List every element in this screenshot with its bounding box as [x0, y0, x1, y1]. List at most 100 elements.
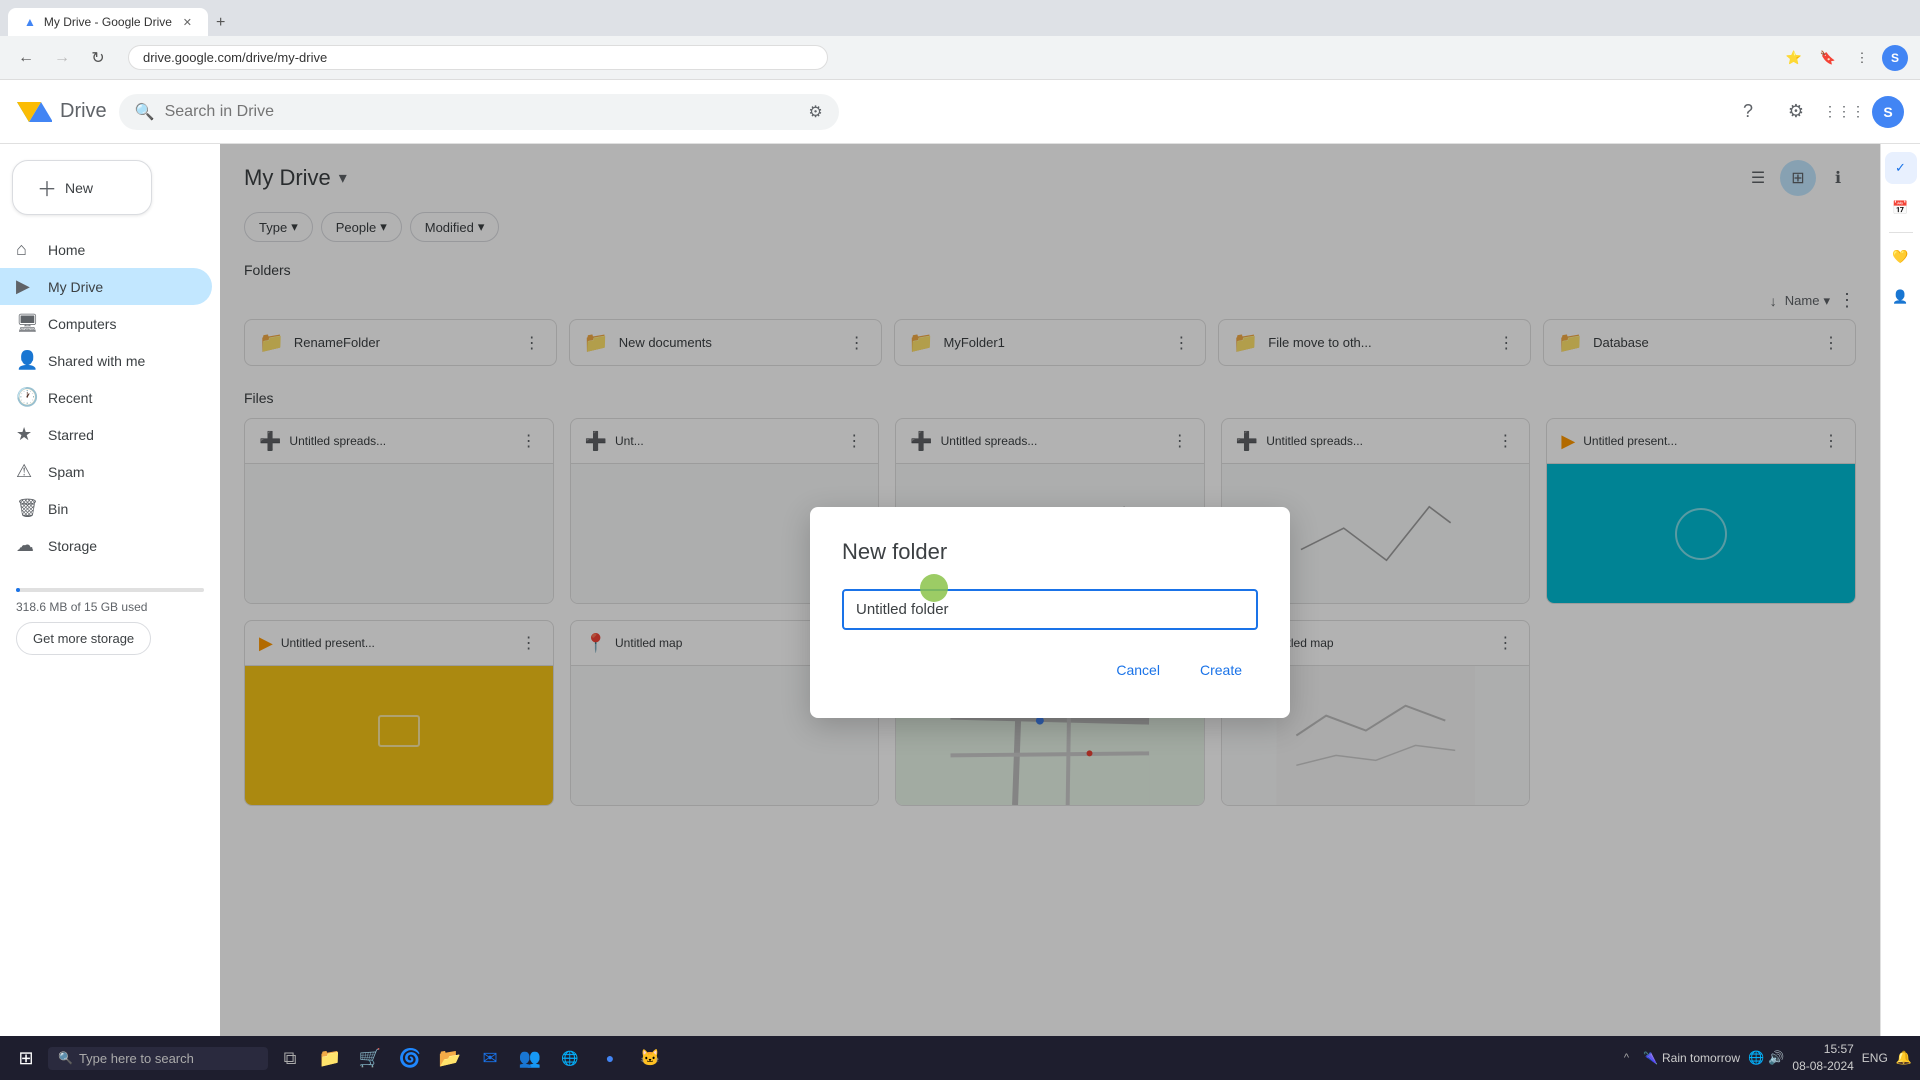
new-tab-button[interactable]: +: [208, 10, 233, 36]
storage-section: 318.6 MB of 15 GB used Get more storage: [0, 564, 220, 679]
taskbar-search-icon: 🔍: [58, 1051, 73, 1065]
taskbar-chevron[interactable]: ^: [1624, 1052, 1629, 1064]
browser-action-extensions[interactable]: ⭐: [1780, 44, 1808, 72]
sidebar-item-recent[interactable]: 🕐 Recent: [0, 379, 212, 416]
dialog-actions: Cancel Create: [842, 654, 1258, 686]
taskbar-sys-icons: 🌐 🔊: [1748, 1050, 1784, 1066]
main-content: My Drive ▾ ☰ ⊞ ℹ Type ▾ People ▾: [220, 144, 1880, 1080]
search-input[interactable]: [165, 103, 799, 121]
taskbar-task-view[interactable]: ⧉: [272, 1040, 308, 1076]
sidebar-label-spam: Spam: [48, 464, 85, 480]
folder-name-input[interactable]: [842, 589, 1258, 630]
tab-favicon: ▲: [24, 15, 36, 29]
header-settings-button[interactable]: ⚙: [1776, 92, 1816, 132]
sidebar-label-shared: Shared with me: [48, 353, 145, 369]
right-panel-contacts-button[interactable]: 👤: [1885, 281, 1917, 313]
app-header: Drive 🔍 ⚙ ? ⚙ ⋮⋮⋮ S: [0, 80, 1920, 144]
right-panel-separator: [1889, 232, 1913, 233]
storage-fill: [16, 588, 20, 592]
taskbar-chrome[interactable]: 🌐: [552, 1040, 588, 1076]
get-more-storage-button[interactable]: Get more storage: [16, 622, 151, 655]
volume-icon[interactable]: 🔊: [1768, 1050, 1784, 1066]
taskbar-store[interactable]: 🛒: [352, 1040, 388, 1076]
taskbar-mail[interactable]: ✉: [472, 1040, 508, 1076]
bin-icon: 🗑: [16, 498, 36, 519]
right-panel: ✓ 📅 💛 👤 ＋: [1880, 144, 1920, 1080]
sidebar-item-home[interactable]: ⌂ Home: [0, 231, 212, 268]
browser-profile-avatar[interactable]: S: [1882, 45, 1908, 71]
browser-action-menu[interactable]: ⋮: [1848, 44, 1876, 72]
taskbar-right: ^ 🌂 Rain tomorrow 🌐 🔊 15:57 08-08-2024 E…: [1618, 1041, 1912, 1075]
tab-close-btn[interactable]: ✕: [183, 16, 192, 29]
sidebar-label-bin: Bin: [48, 501, 68, 517]
taskbar-edge[interactable]: 🌀: [392, 1040, 428, 1076]
storage-icon: ☁: [16, 535, 36, 556]
spam-icon: ⚠: [16, 461, 36, 482]
computers-icon: 🖥: [16, 313, 36, 334]
sidebar-label-recent: Recent: [48, 390, 92, 406]
weather-icon: 🌂: [1643, 1051, 1658, 1065]
drive-logo-text: Drive: [60, 100, 107, 123]
dialog-overlay: New folder Cancel Create: [220, 144, 1880, 1080]
sidebar-label-my-drive: My Drive: [48, 279, 103, 295]
sidebar-item-storage[interactable]: ☁ Storage: [0, 527, 212, 564]
drive-logo: Drive: [16, 94, 107, 130]
sidebar-item-bin[interactable]: 🗑 Bin: [0, 490, 212, 527]
date-text: 08-08-2024: [1792, 1058, 1853, 1075]
taskbar-lang: ENG: [1862, 1051, 1888, 1065]
sidebar-label-storage: Storage: [48, 538, 97, 554]
tab-title: My Drive - Google Drive: [44, 15, 172, 29]
right-panel-keep-button[interactable]: 💛: [1885, 241, 1917, 273]
active-tab[interactable]: ▲ My Drive - Google Drive ✕: [8, 8, 208, 36]
time-text: 15:57: [1792, 1041, 1853, 1058]
taskbar-explorer[interactable]: 📁: [312, 1040, 348, 1076]
taskbar-files[interactable]: 📂: [432, 1040, 468, 1076]
address-bar[interactable]: drive.google.com/drive/my-drive: [128, 45, 828, 70]
new-button[interactable]: ＋ New: [12, 160, 152, 215]
network-icon[interactable]: 🌐: [1748, 1050, 1764, 1066]
shared-icon: 👤: [16, 350, 36, 371]
taskbar-search[interactable]: 🔍 Type here to search: [48, 1047, 268, 1070]
nav-reload-button[interactable]: ↻: [84, 44, 112, 72]
home-icon: ⌂: [16, 239, 36, 260]
starred-icon: ★: [16, 424, 36, 445]
nav-back-button[interactable]: ←: [12, 44, 40, 72]
taskbar-apps: ⧉ 📁 🛒 🌀 📂 ✉ 👥 🌐 ● 🐱: [272, 1040, 668, 1076]
recent-icon: 🕐: [16, 387, 36, 408]
sidebar-item-starred[interactable]: ★ Starred: [0, 416, 212, 453]
header-actions: ? ⚙ ⋮⋮⋮ S: [1728, 92, 1904, 132]
taskbar-sys-tray: ^: [1618, 1052, 1635, 1064]
dialog-cancel-button[interactable]: Cancel: [1100, 654, 1176, 686]
search-bar[interactable]: 🔍 ⚙: [119, 94, 839, 130]
taskbar-time-display: 15:57 08-08-2024: [1792, 1041, 1853, 1075]
sidebar-item-my-drive[interactable]: ▶ My Drive: [0, 268, 212, 305]
browser-action-bookmark[interactable]: 🔖: [1814, 44, 1842, 72]
weather-text: Rain tomorrow: [1662, 1051, 1740, 1065]
sidebar-item-spam[interactable]: ⚠ Spam: [0, 453, 212, 490]
taskbar-cat[interactable]: 🐱: [632, 1040, 668, 1076]
taskbar-search-text: Type here to search: [79, 1051, 194, 1066]
sidebar-item-shared[interactable]: 👤 Shared with me: [0, 342, 212, 379]
dialog-create-button[interactable]: Create: [1184, 654, 1258, 686]
start-button[interactable]: ⊞: [8, 1040, 44, 1076]
sidebar-label-computers: Computers: [48, 316, 116, 332]
nav-forward-button[interactable]: →: [48, 44, 76, 72]
taskbar-weather[interactable]: 🌂 Rain tomorrow: [1643, 1051, 1740, 1065]
address-text: drive.google.com/drive/my-drive: [143, 50, 327, 65]
new-button-icon: ＋: [37, 173, 57, 202]
notification-button[interactable]: 🔔: [1896, 1050, 1912, 1066]
right-panel-calendar-button[interactable]: 📅: [1885, 192, 1917, 224]
search-filter-icon[interactable]: ⚙: [808, 102, 822, 122]
user-avatar[interactable]: S: [1872, 96, 1904, 128]
sidebar-label-home: Home: [48, 242, 85, 258]
taskbar-teams[interactable]: 👥: [512, 1040, 548, 1076]
storage-bar: [16, 588, 204, 592]
search-icon: 🔍: [135, 102, 155, 122]
sidebar-item-computers[interactable]: 🖥 Computers: [0, 305, 212, 342]
taskbar-chrome2[interactable]: ●: [592, 1040, 628, 1076]
storage-text: 318.6 MB of 15 GB used: [16, 600, 204, 614]
right-panel-tasks-button[interactable]: ✓: [1885, 152, 1917, 184]
header-apps-button[interactable]: ⋮⋮⋮: [1824, 92, 1864, 132]
new-button-label: New: [65, 180, 93, 196]
header-help-button[interactable]: ?: [1728, 92, 1768, 132]
